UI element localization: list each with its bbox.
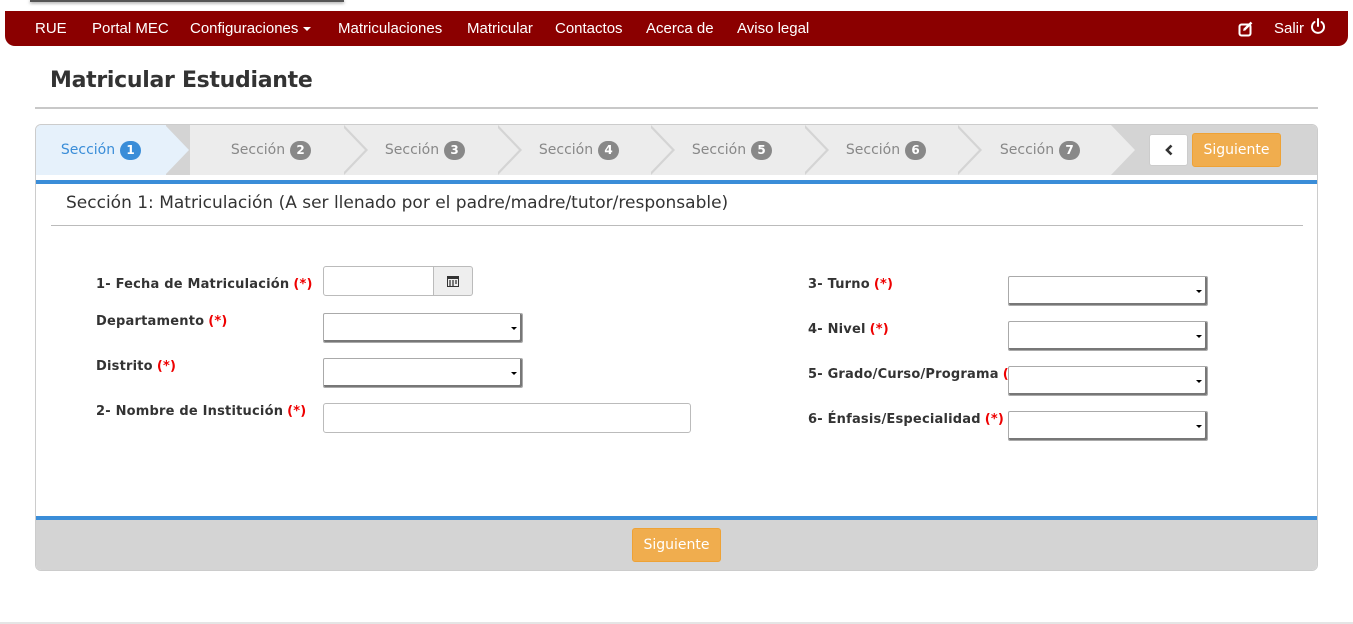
dropdown-arrow-icon [511, 327, 517, 330]
wizard-step-2[interactable]: Sección 2 [206, 125, 336, 175]
wizard-footer: Siguiente [36, 520, 1317, 570]
step-label: Sección [999, 142, 1055, 158]
chevron-left-icon [1164, 144, 1172, 156]
wizard-step-3[interactable]: Sección 3 [360, 125, 490, 175]
distrito-select[interactable] [323, 358, 523, 388]
enfasis-label: 6- Énfasis/Especialidad (*) [808, 412, 1004, 427]
section-title: Sección 1: Matriculación (A ser llenado … [66, 193, 729, 213]
nivel-label: 4- Nivel (*) [808, 322, 889, 337]
step-label: Sección [845, 142, 901, 158]
previous-button[interactable] [1149, 134, 1188, 166]
required-mark: (*) [287, 404, 307, 419]
nivel-label-text: 4- Nivel [808, 322, 866, 337]
dropdown-arrow-icon [511, 372, 517, 375]
step-badge: 6 [905, 140, 927, 160]
calendar-icon [447, 276, 459, 287]
enrollment-wizard: Sección 1 Sección 2 Sección 3 Sección 4 Secc… [35, 124, 1318, 571]
nav-aviso-legal[interactable]: Aviso legal [737, 11, 809, 46]
departamento-select[interactable] [323, 313, 523, 343]
step-label: Sección [691, 142, 747, 158]
enfasis-label-text: 6- Énfasis/Especialidad [808, 412, 981, 427]
distrito-label: Distrito (*) [96, 359, 176, 374]
nav-matricular[interactable]: Matricular [467, 11, 533, 46]
wizard-step-6[interactable]: Sección 6 [821, 125, 951, 175]
required-mark: (*) [156, 359, 177, 374]
required-mark: (*) [293, 277, 313, 292]
step-label: Sección [230, 142, 286, 158]
step-label: Sección [384, 142, 440, 158]
wizard-steps-bar: Sección 1 Sección 2 Sección 3 Sección 4 Secc… [36, 125, 1317, 175]
wizard-step-1[interactable]: Sección 1 [36, 125, 166, 175]
step-arrow [1111, 125, 1135, 175]
step-badge: 3 [444, 140, 466, 160]
nav-acerca-de[interactable]: Acerca de [646, 11, 714, 46]
next-button-bottom[interactable]: Siguiente [632, 528, 721, 562]
departamento-label: Departamento (*) [96, 314, 228, 329]
title-divider [35, 107, 1318, 109]
step-badge: 1 [120, 140, 142, 160]
enfasis-select[interactable] [1008, 411, 1208, 441]
calendar-button[interactable] [434, 266, 473, 296]
required-mark: (*) [869, 322, 889, 337]
next-button-top[interactable]: Siguiente [1192, 133, 1281, 167]
step-badge: 4 [598, 140, 620, 160]
distrito-label-text: Distrito [96, 359, 153, 374]
dropdown-arrow-icon [1196, 380, 1202, 383]
logout-link[interactable]: Salir [1274, 11, 1326, 46]
fecha-label: 1- Fecha de Matriculación (*) [96, 277, 313, 292]
nav-contactos[interactable]: Contactos [555, 11, 623, 46]
nav-configuraciones-label: Configuraciones [190, 20, 299, 37]
dropdown-arrow-icon [1196, 335, 1202, 338]
grado-label: 5- Grado/Curso/Programa(*) [808, 367, 1022, 382]
section-divider [51, 225, 1303, 226]
required-mark: (*) [873, 277, 894, 292]
step-badge: 5 [751, 140, 773, 160]
step-label: Sección [538, 142, 594, 158]
top-navbar: RUE Portal MEC Configuraciones Matricula… [5, 11, 1348, 46]
power-icon [1311, 18, 1326, 34]
dropdown-arrow-icon [1196, 425, 1202, 428]
nombre-institucion-input[interactable] [323, 403, 691, 433]
turno-label: 3- Turno (*) [808, 277, 893, 292]
dropdown-arrow-icon [1196, 290, 1202, 293]
wizard-step-7[interactable]: Sección 7 [975, 125, 1105, 175]
required-mark: (*) [984, 412, 1005, 427]
turno-select[interactable] [1008, 276, 1208, 306]
fecha-label-text: 1- Fecha de Matriculación [96, 277, 290, 292]
step-badge: 7 [1059, 140, 1081, 160]
nav-configuraciones[interactable]: Configuraciones [190, 11, 312, 46]
nav-portal-mec[interactable]: Portal MEC [92, 11, 169, 46]
required-mark: (*) [208, 314, 228, 329]
nav-matriculaciones[interactable]: Matriculaciones [338, 11, 442, 46]
institucion-label-text: 2- Nombre de Institución [96, 404, 284, 419]
fecha-matriculacion-input[interactable] [323, 266, 434, 296]
departamento-label-text: Departamento [96, 314, 205, 329]
window-shadow [30, 0, 344, 2]
nav-rue[interactable]: RUE [35, 11, 67, 46]
wizard-step-4[interactable]: Sección 4 [514, 125, 644, 175]
nivel-select[interactable] [1008, 321, 1208, 351]
section-top-border [36, 180, 1317, 184]
wizard-step-5[interactable]: Sección 5 [667, 125, 797, 175]
edit-icon[interactable] [1238, 11, 1254, 46]
turno-label-text: 3- Turno [808, 277, 870, 292]
grado-select[interactable] [1008, 366, 1208, 396]
institucion-label: 2- Nombre de Institución (*) [96, 404, 306, 419]
step-badge: 2 [290, 140, 312, 160]
logout-label: Salir [1274, 20, 1305, 37]
caret-down-icon [303, 27, 312, 32]
step-label: Sección [60, 142, 116, 158]
grado-label-text: 5- Grado/Curso/Programa [808, 367, 999, 382]
step-arrow [165, 125, 189, 175]
page-title: Matricular Estudiante [50, 68, 313, 93]
